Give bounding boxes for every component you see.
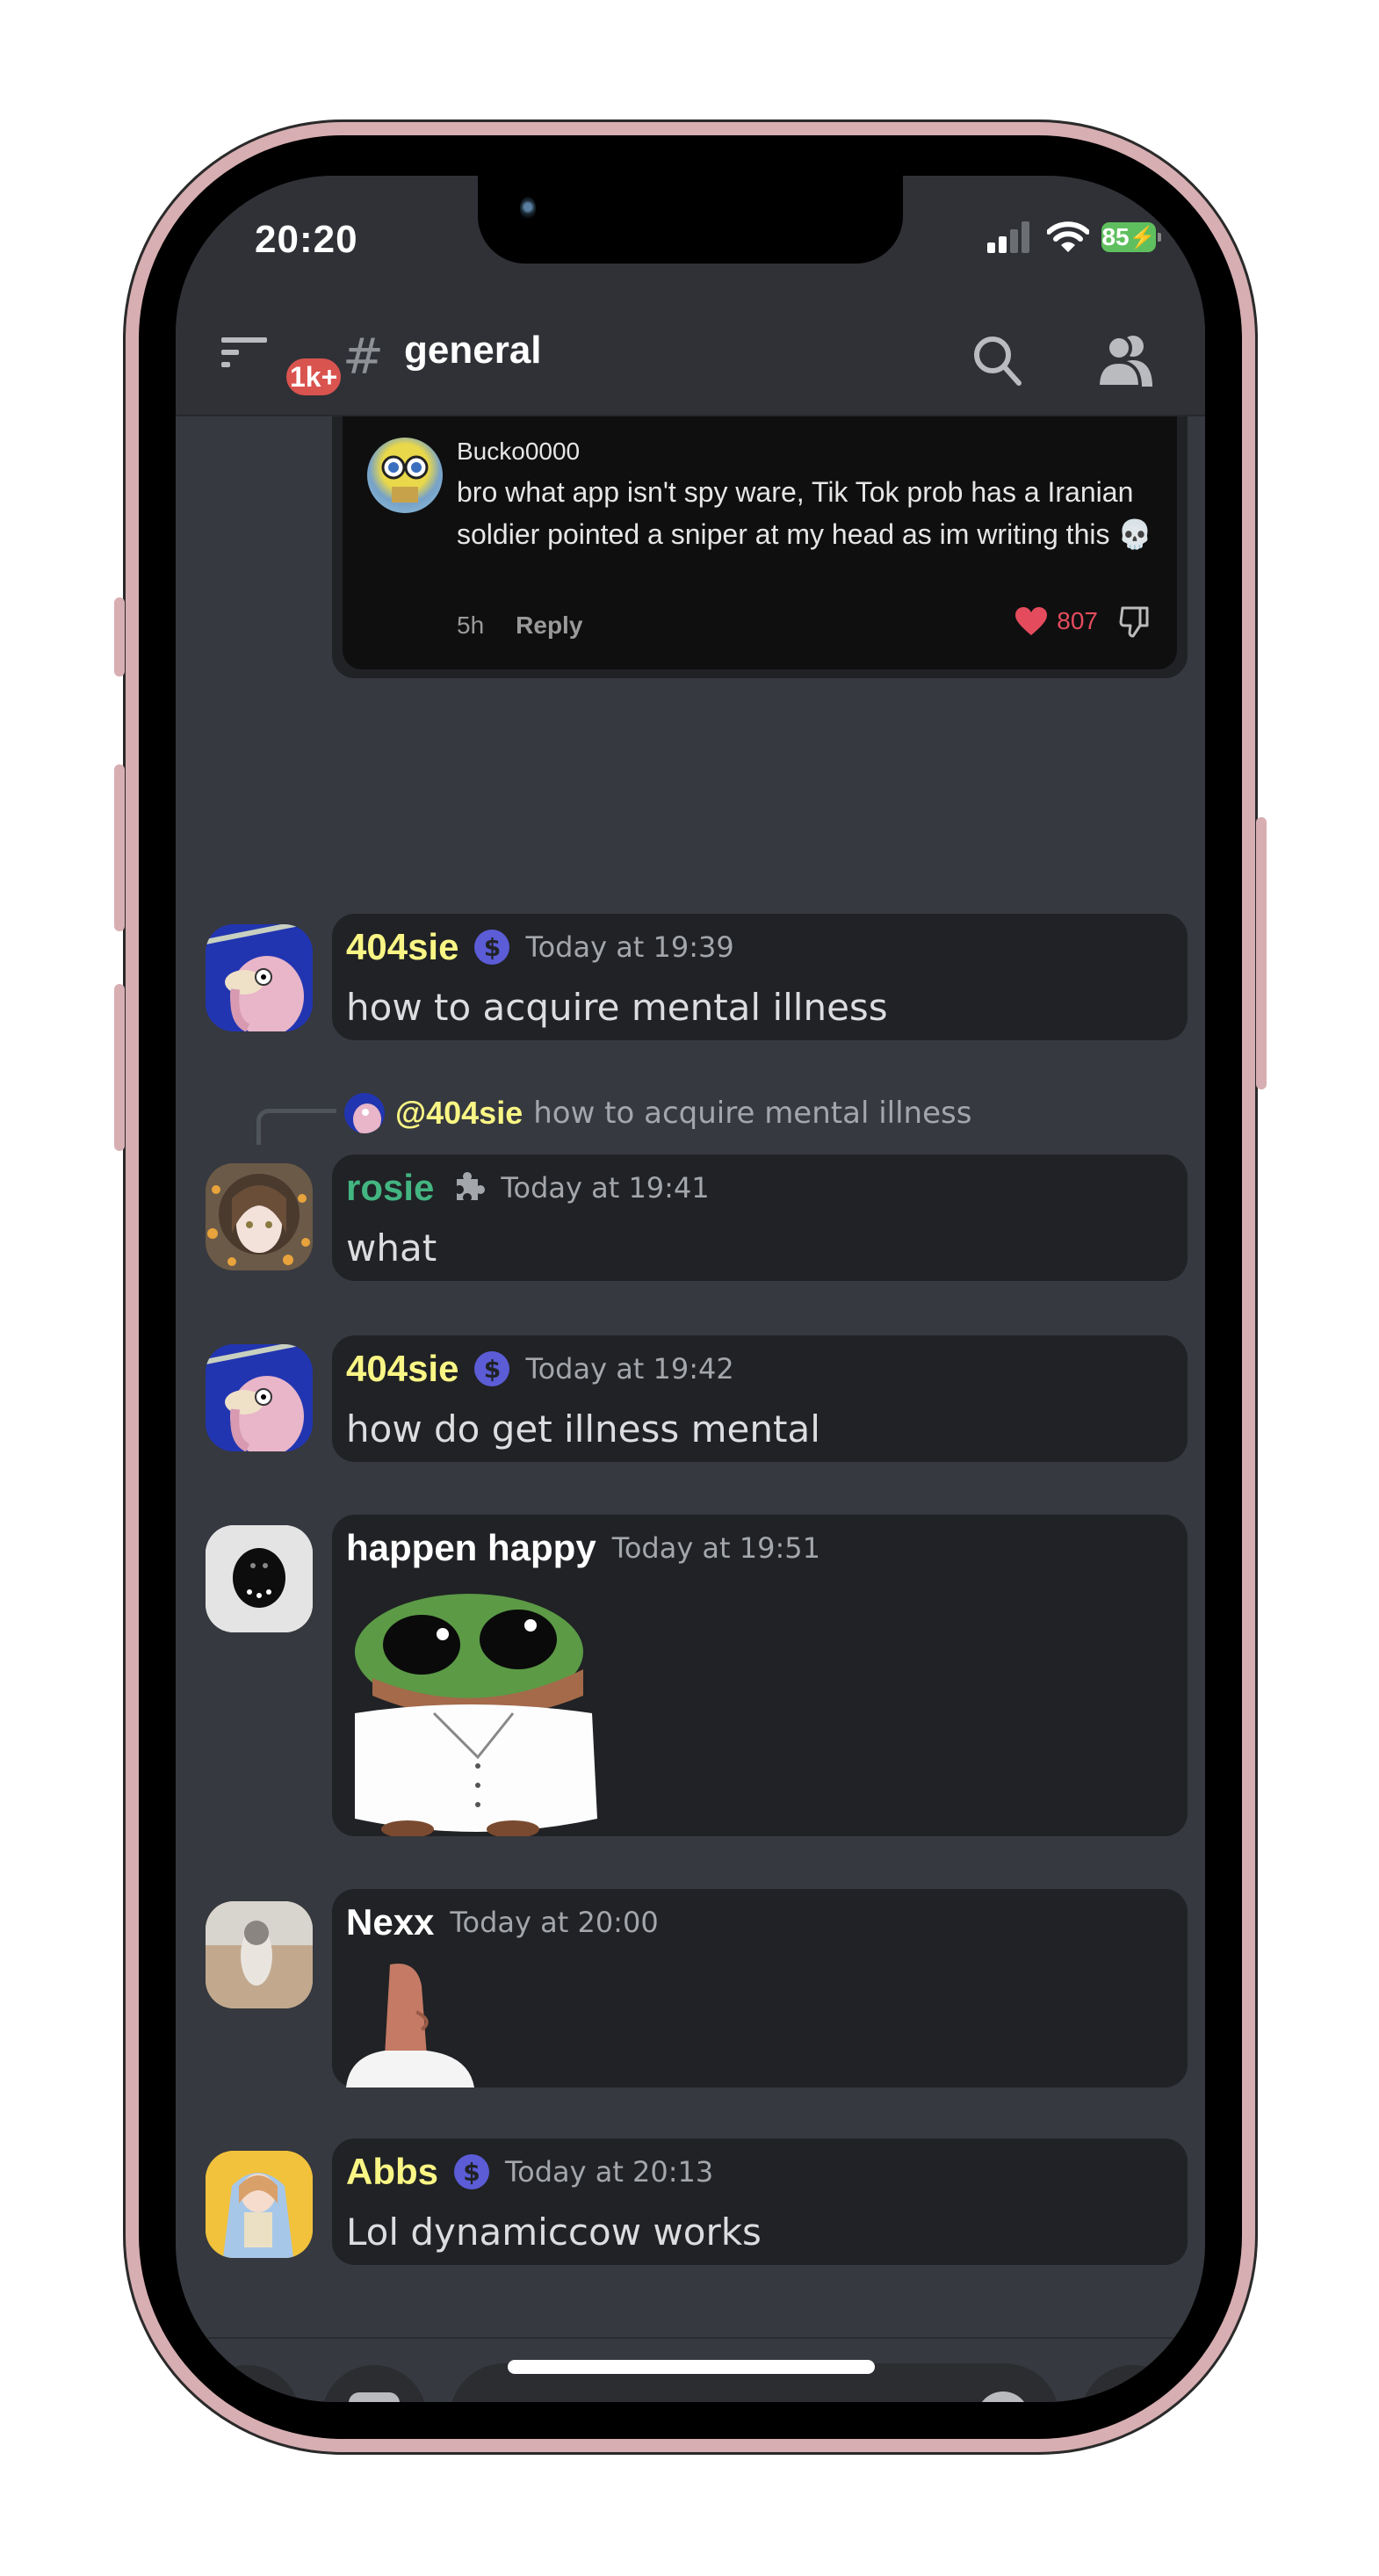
commenter-username: Bucko0000 — [457, 438, 581, 465]
emoji-button[interactable] — [975, 2390, 1031, 2402]
commenter-avatar — [367, 438, 443, 513]
nitro-badge-icon: $ — [454, 2154, 489, 2189]
volume-down-button — [114, 984, 125, 1151]
message-header: 404sie $ Today at 19:42 — [346, 1348, 734, 1390]
emoji-icon — [982, 2391, 1024, 2402]
message-bubble: happen happy Today at 19:51 — [332, 1515, 1188, 1836]
message-bubble: rosie Today at 19:41 what — [332, 1154, 1188, 1281]
avatar-404sie[interactable] — [206, 924, 313, 1031]
nitro-badge-icon: $ — [474, 1351, 510, 1386]
reply-snippet: how to acquire mental illness — [533, 1096, 972, 1131]
avatar-404sie[interactable] — [206, 1344, 313, 1451]
message-text: Lol dynamiccow works — [346, 2211, 762, 2254]
pepe-labcoat-sticker[interactable] — [346, 1581, 601, 1836]
plus-icon — [245, 2399, 250, 2402]
image-icon — [349, 2392, 400, 2402]
avatar-happen-happy[interactable] — [206, 1525, 313, 1632]
message-text: how to acquire mental illness — [346, 986, 888, 1029]
author-name[interactable]: happen happy — [346, 1527, 596, 1569]
message-header: Nexx Today at 20:00 — [346, 1901, 659, 1943]
channel-title[interactable]: general — [404, 329, 542, 373]
power-button — [1256, 817, 1267, 1089]
message-timestamp: Today at 19:41 — [501, 1171, 710, 1205]
dislike-icon — [1119, 606, 1149, 638]
message-timestamp: Today at 19:39 — [525, 930, 734, 964]
nitro-badge-icon: $ — [474, 930, 510, 965]
composer-divider — [176, 2337, 1205, 2339]
author-name[interactable]: Abbs — [346, 2151, 438, 2193]
message-bubble: Nexx Today at 20:00 — [332, 1889, 1188, 2088]
reply-reference[interactable]: @404sie how to acquire mental illness — [344, 1093, 971, 1133]
search-button[interactable] — [970, 332, 1026, 388]
message-header: happen happy Today at 19:51 — [346, 1527, 820, 1569]
comment-likes: 807 — [1014, 606, 1098, 636]
charging-icon: ⚡ — [1129, 225, 1156, 250]
avatar-abbs[interactable] — [206, 2151, 313, 2258]
message-text: how do get illness mental — [346, 1407, 820, 1451]
message-list[interactable]: Bucko0000 bro what app isn't spy ware, T… — [176, 416, 1205, 2337]
puzzle-badge-icon — [457, 1172, 486, 1200]
comment-age: 5h — [457, 611, 485, 639]
unread-badge: 1k+ — [283, 355, 345, 399]
search-icon — [974, 336, 1022, 386]
avatar-nexx[interactable] — [206, 1901, 313, 2008]
author-name[interactable]: Nexx — [346, 1901, 434, 1943]
hamburger-icon — [221, 337, 267, 367]
wifi-icon — [1047, 221, 1089, 252]
volume-up-button — [114, 764, 125, 931]
comment-text: bro what app isn't spy ware, Tik Tok pro… — [457, 476, 1153, 550]
front-camera — [520, 197, 536, 220]
message-input[interactable] — [488, 2390, 966, 2402]
message-timestamp: Today at 20:13 — [505, 2155, 714, 2189]
avatar-rosie[interactable] — [206, 1163, 313, 1270]
message-timestamp: Today at 19:51 — [611, 1531, 820, 1565]
battery-icon: 85 ⚡ — [1101, 222, 1161, 252]
send-icon — [1115, 2399, 1123, 2402]
long-face-sticker[interactable] — [346, 1959, 478, 2088]
message-text: what — [346, 1226, 437, 1270]
like-count: 807 — [1057, 607, 1098, 634]
message-header: Abbs $ Today at 20:13 — [346, 2151, 713, 2193]
status-icons: 85 ⚡ — [987, 221, 1161, 253]
message-timestamp: Today at 19:42 — [525, 1352, 734, 1386]
author-name[interactable]: 404sie — [346, 1348, 458, 1390]
phone-screen: 20:20 85 ⚡ 1k+ # general Bucko0000 bro w… — [176, 176, 1205, 2402]
status-time: 20:20 — [255, 218, 358, 261]
comment-reply-link: Reply — [516, 611, 583, 639]
signal-icon — [987, 221, 1029, 253]
mute-switch — [114, 597, 125, 677]
notch — [478, 176, 903, 264]
message-bubble: 404sie $ Today at 19:39 how to acquire m… — [332, 914, 1188, 1040]
reply-connector — [256, 1109, 336, 1145]
comment-meta: 5h Reply — [457, 611, 582, 640]
message-header: 404sie $ Today at 19:39 — [346, 926, 734, 968]
hash-icon: # — [343, 329, 384, 386]
message-header: rosie Today at 19:41 — [346, 1167, 710, 1209]
author-name[interactable]: 404sie — [346, 926, 458, 968]
members-icon — [1095, 335, 1152, 388]
message-bubble: 404sie $ Today at 19:42 how do get illne… — [332, 1335, 1188, 1462]
channel-header: 1k+ # general — [176, 325, 1205, 399]
members-button[interactable] — [1095, 332, 1154, 388]
message-timestamp: Today at 20:00 — [450, 1906, 659, 1939]
menu-button[interactable]: 1k+ — [220, 330, 345, 399]
tiktok-comment: Bucko0000 bro what app isn't spy ware, T… — [343, 416, 1177, 669]
reply-username: @404sie — [395, 1095, 523, 1131]
message-bubble: Abbs $ Today at 20:13 Lol dynamiccow wor… — [332, 2138, 1188, 2265]
reply-avatar-404sie — [344, 1093, 385, 1133]
gallery-button[interactable] — [321, 2365, 427, 2402]
image-attachment-tiktok-comment[interactable]: Bucko0000 bro what app isn't spy ware, T… — [332, 416, 1188, 678]
heart-icon — [1015, 607, 1048, 635]
battery-percent: 85 — [1101, 223, 1130, 250]
author-name[interactable]: rosie — [346, 1167, 434, 1209]
home-indicator[interactable] — [508, 2360, 875, 2374]
